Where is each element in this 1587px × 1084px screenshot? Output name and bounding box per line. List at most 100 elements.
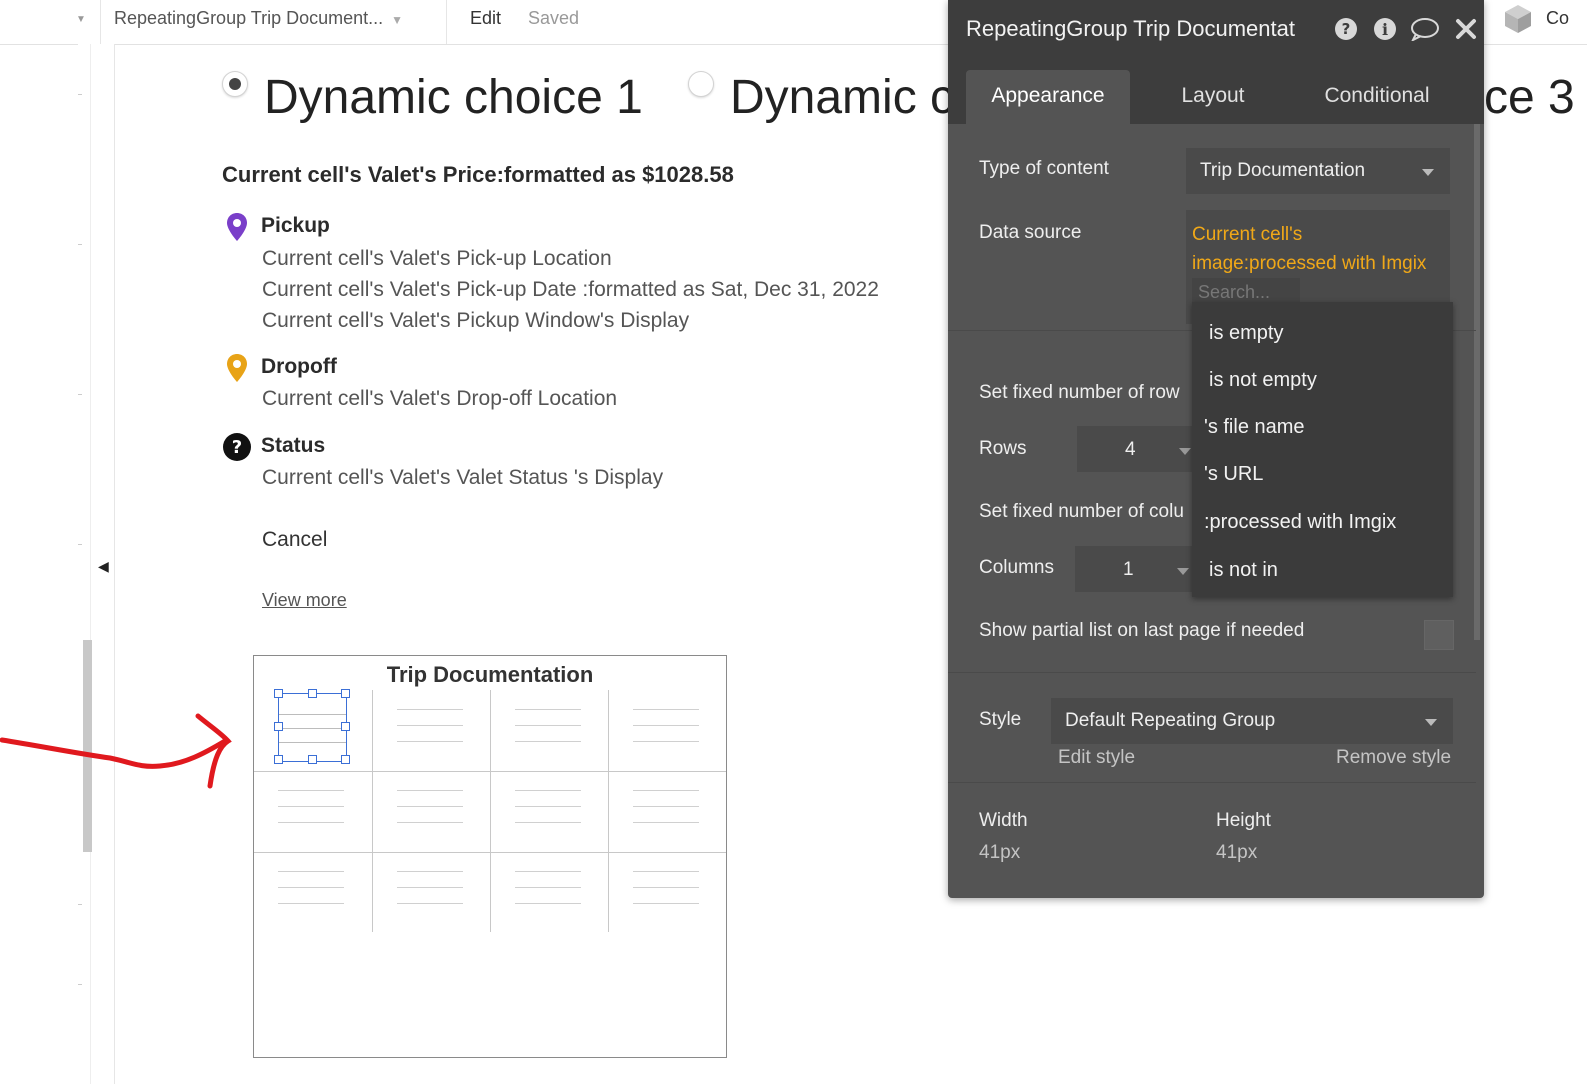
- resize-handle[interactable]: [274, 722, 283, 731]
- page-select[interactable]: RepeatingGroup Trip Document... ▼: [114, 8, 403, 30]
- divider: [948, 782, 1476, 783]
- menu-item-is-not-empty[interactable]: is not empty: [1192, 357, 1470, 403]
- resize-handle[interactable]: [341, 689, 350, 698]
- cell-placeholder-line: [633, 822, 699, 823]
- menu-item-file-name[interactable]: 's file name: [1192, 404, 1465, 450]
- chevron-down-icon: ▼: [391, 13, 404, 27]
- cell-placeholder-line: [633, 887, 699, 888]
- pickup-window-text: Current cell's Valet's Pickup Window's D…: [262, 309, 690, 332]
- edit-menu[interactable]: Edit: [470, 8, 501, 29]
- height-value[interactable]: 41px: [1216, 842, 1257, 864]
- resize-handle[interactable]: [274, 755, 283, 764]
- pickup-title: Pickup: [261, 214, 330, 237]
- cell-placeholder-line: [515, 871, 581, 872]
- cell-placeholder-line: [633, 790, 699, 791]
- svg-text:?: ?: [232, 437, 242, 458]
- rows-dropdown[interactable]: 4: [1077, 426, 1197, 472]
- partial-list-checkbox[interactable]: [1424, 620, 1454, 650]
- rail-tick: [78, 394, 82, 395]
- red-arrow-annotation-icon: [0, 713, 232, 789]
- tab-conditional[interactable]: Conditional: [1308, 70, 1446, 124]
- collapse-left-icon[interactable]: ◀: [98, 558, 109, 575]
- radio-choice-1[interactable]: [222, 71, 248, 97]
- chevron-down-icon: [1179, 448, 1191, 455]
- svg-text:?: ?: [1342, 20, 1351, 38]
- info-icon[interactable]: i: [1373, 17, 1397, 41]
- tab-appearance[interactable]: Appearance: [966, 70, 1130, 124]
- status-display-text: Current cell's Valet's Valet Status 's D…: [262, 466, 664, 489]
- cell-placeholder-line: [515, 741, 581, 742]
- dropoff-location-text: Current cell's Valet's Drop-off Location: [262, 387, 618, 410]
- cell-placeholder-line: [397, 790, 463, 791]
- resize-handle[interactable]: [308, 755, 317, 764]
- cell-placeholder-line: [397, 709, 463, 710]
- style-dropdown[interactable]: Default Repeating Group: [1051, 698, 1453, 744]
- rail-tick: [78, 94, 82, 95]
- radio-choice-1-label[interactable]: Dynamic choice 1: [264, 70, 643, 126]
- pickup-location-text: Current cell's Valet's Pick-up Location: [262, 247, 612, 270]
- close-icon[interactable]: [1454, 17, 1478, 41]
- type-of-content-label: Type of content: [979, 158, 1109, 179]
- left-rail: [78, 44, 115, 1084]
- cell-placeholder-line: [279, 742, 346, 743]
- top-right-cut-label[interactable]: Co: [1546, 8, 1569, 29]
- view-more-link[interactable]: View more: [262, 590, 347, 611]
- tab-layout[interactable]: Layout: [1148, 70, 1278, 124]
- cancel-button[interactable]: Cancel: [262, 528, 327, 552]
- rows-value: 4: [1125, 439, 1136, 460]
- panel-scrollbar[interactable]: [1474, 124, 1480, 640]
- cell-placeholder-line: [397, 741, 463, 742]
- selected-cell-element[interactable]: [278, 693, 347, 762]
- help-icon[interactable]: ?: [1334, 17, 1358, 41]
- cell-placeholder-line: [278, 790, 344, 791]
- grid-divider: [608, 690, 609, 932]
- menu-item-processed-with-imgix[interactable]: :processed with Imgix: [1192, 499, 1465, 545]
- cell-placeholder-line: [515, 790, 581, 791]
- cell-placeholder-line: [515, 903, 581, 904]
- radio-choice-3-label[interactable]: ce 3: [1484, 70, 1575, 126]
- cell-placeholder-line: [279, 728, 346, 729]
- fixed-columns-label: Set fixed number of colu: [979, 501, 1184, 522]
- rows-label: Rows: [979, 438, 1027, 459]
- width-value[interactable]: 41px: [979, 842, 1020, 864]
- plugin-cube-icon[interactable]: [1500, 2, 1536, 36]
- cell-placeholder-line: [633, 806, 699, 807]
- cell-placeholder-line: [278, 822, 344, 823]
- resize-handle[interactable]: [341, 755, 350, 764]
- status-title: Status: [261, 434, 326, 457]
- columns-label: Columns: [979, 557, 1054, 578]
- remove-style-link[interactable]: Remove style: [1336, 747, 1451, 769]
- collapse-caret-icon[interactable]: ▼: [76, 14, 86, 25]
- type-of-content-dropdown[interactable]: Trip Documentation: [1186, 148, 1450, 194]
- cell-placeholder-line: [278, 806, 344, 807]
- cell-placeholder-line: [515, 887, 581, 888]
- resize-handle[interactable]: [274, 689, 283, 698]
- columns-dropdown[interactable]: 1: [1075, 546, 1195, 592]
- cell-placeholder-line: [515, 709, 581, 710]
- menu-item-is-not-in[interactable]: is not in: [1192, 547, 1470, 593]
- divider: [948, 672, 1476, 673]
- rail-tick: [78, 244, 82, 245]
- expression-suggestions-menu: is empty is not empty 's file name 's UR…: [1192, 302, 1453, 597]
- data-source-value[interactable]: Current cell's image:processed with Imgi…: [1192, 220, 1450, 278]
- menu-item-is-empty[interactable]: is empty: [1192, 310, 1470, 356]
- resize-handle[interactable]: [308, 689, 317, 698]
- comment-icon[interactable]: [1410, 17, 1440, 41]
- grid-divider: [490, 690, 491, 932]
- cell-placeholder-line: [278, 871, 344, 872]
- cell-placeholder-line: [515, 725, 581, 726]
- cell-placeholder-line: [397, 725, 463, 726]
- width-label: Width: [979, 810, 1028, 831]
- radio-choice-2[interactable]: [688, 71, 714, 97]
- data-source-label: Data source: [979, 222, 1082, 243]
- grid-divider: [254, 852, 726, 853]
- radio-choice-2-label[interactable]: Dynamic c: [730, 70, 954, 126]
- question-circle-icon: ?: [223, 433, 251, 461]
- map-pin-purple-icon: [227, 213, 247, 241]
- resize-handle[interactable]: [341, 722, 350, 731]
- svg-text:i: i: [1382, 20, 1388, 39]
- grid-divider: [372, 690, 373, 932]
- edit-style-link[interactable]: Edit style: [1058, 747, 1135, 769]
- menu-item-url[interactable]: 's URL: [1192, 451, 1465, 497]
- chevron-down-icon: [1422, 169, 1434, 176]
